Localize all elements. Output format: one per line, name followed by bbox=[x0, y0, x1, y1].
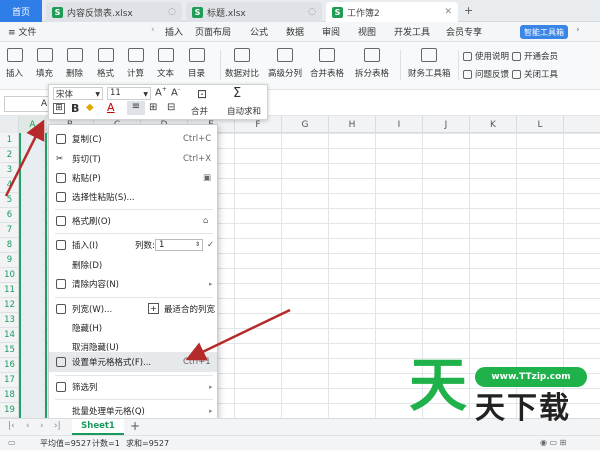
watermark-url: www.TTzip.com bbox=[475, 367, 587, 387]
watermark-text: 天下载 bbox=[475, 391, 571, 426]
watermark-logo: 天 bbox=[409, 351, 468, 419]
arrow-to-column-a bbox=[4, 119, 45, 197]
watermark: www.TTzip.com 天 天下载 bbox=[405, 355, 600, 435]
arrow-to-format-cells bbox=[185, 308, 291, 361]
